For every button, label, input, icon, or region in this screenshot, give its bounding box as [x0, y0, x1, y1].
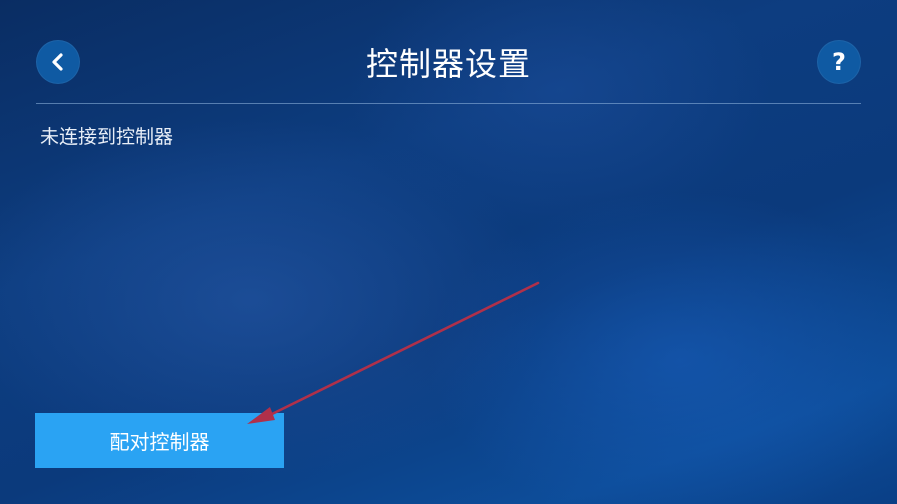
- pair-controller-button-label: 配对控制器: [109, 430, 210, 454]
- help-icon: ?: [832, 48, 846, 76]
- annotation-arrow-shaft: [266, 281, 540, 418]
- controller-settings-screen: 控制器设置 ? 未连接到控制器 配对控制器: [0, 0, 897, 504]
- page-title: 控制器设置: [365, 45, 531, 83]
- help-button[interactable]: ?: [817, 40, 861, 84]
- connection-status-text: 未连接到控制器: [40, 126, 174, 148]
- header-divider: [36, 103, 861, 104]
- pair-controller-button[interactable]: 配对控制器: [35, 413, 284, 468]
